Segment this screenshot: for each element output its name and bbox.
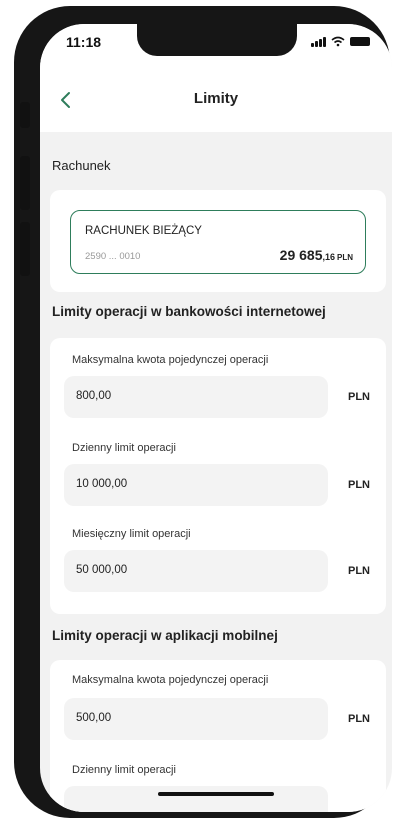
field-value: 500,00 [76,712,112,724]
internet-monthly-limit-input[interactable]: 50 000,00 [64,550,328,592]
field-label: Dzienny limit operacji [72,442,176,454]
volume-up-button [20,156,30,210]
mobile-single-limit-input[interactable]: 500,00 [64,698,328,740]
internet-single-limit-input[interactable]: 800,00 [64,376,328,418]
phone-frame: 11:18 Limity Rachunek RACHUNEK BIEŻĄCY 2… [14,6,392,818]
currency-label: PLN [348,391,370,403]
field-value: 800,00 [76,390,112,402]
account-card: RACHUNEK BIEŻĄCY 2590 ... 0010 29 685,16… [50,190,386,292]
balance-main: 29 685 [279,247,323,263]
field-value: 10 000,00 [76,478,128,490]
nav-bar: Limity [40,68,392,132]
status-bar: 11:18 [40,24,392,68]
mobile-limits-heading: Limity operacji w aplikacji mobilnej [52,628,278,643]
signal-icon [311,36,326,47]
balance-decimal: ,16 [322,252,335,262]
home-indicator[interactable] [158,792,274,796]
screen: 11:18 Limity Rachunek RACHUNEK BIEŻĄCY 2… [40,24,392,812]
wifi-icon [331,36,345,47]
page-title: Limity [193,90,239,107]
currency-label: PLN [348,713,370,725]
internet-daily-limit-input[interactable]: 10 000,00 [64,464,328,506]
account-number: 2590 ... 0010 [85,251,141,262]
status-icons [311,36,370,47]
currency-label: PLN [348,565,370,577]
account-selector[interactable]: RACHUNEK BIEŻĄCY 2590 ... 0010 29 685,16… [70,210,366,274]
mute-switch [20,102,30,128]
field-label: Maksymalna kwota pojedynczej operacji [72,354,269,366]
internet-limits-card: Maksymalna kwota pojedynczej operacji 80… [50,338,386,614]
volume-down-button [20,222,30,276]
mobile-daily-limit-input[interactable] [64,786,328,812]
notch [137,24,297,56]
field-label: Dzienny limit operacji [72,764,176,776]
field-value: 50 000,00 [76,564,128,576]
currency-label: PLN [348,479,370,491]
account-section-label: Rachunek [52,158,111,173]
balance-currency: PLN [337,253,353,262]
account-balance: 29 685,16 PLN [280,247,353,263]
account-name: RACHUNEK BIEŻĄCY [85,225,202,237]
internet-limits-heading: Limity operacji w bankowości internetowe… [52,304,326,319]
field-label: Maksymalna kwota pojedynczej operacji [72,674,269,686]
field-label: Miesięczny limit operacji [72,528,191,540]
battery-icon [350,37,370,46]
mobile-limits-card: Maksymalna kwota pojedynczej operacji 50… [50,660,386,812]
status-time: 11:18 [66,34,102,50]
